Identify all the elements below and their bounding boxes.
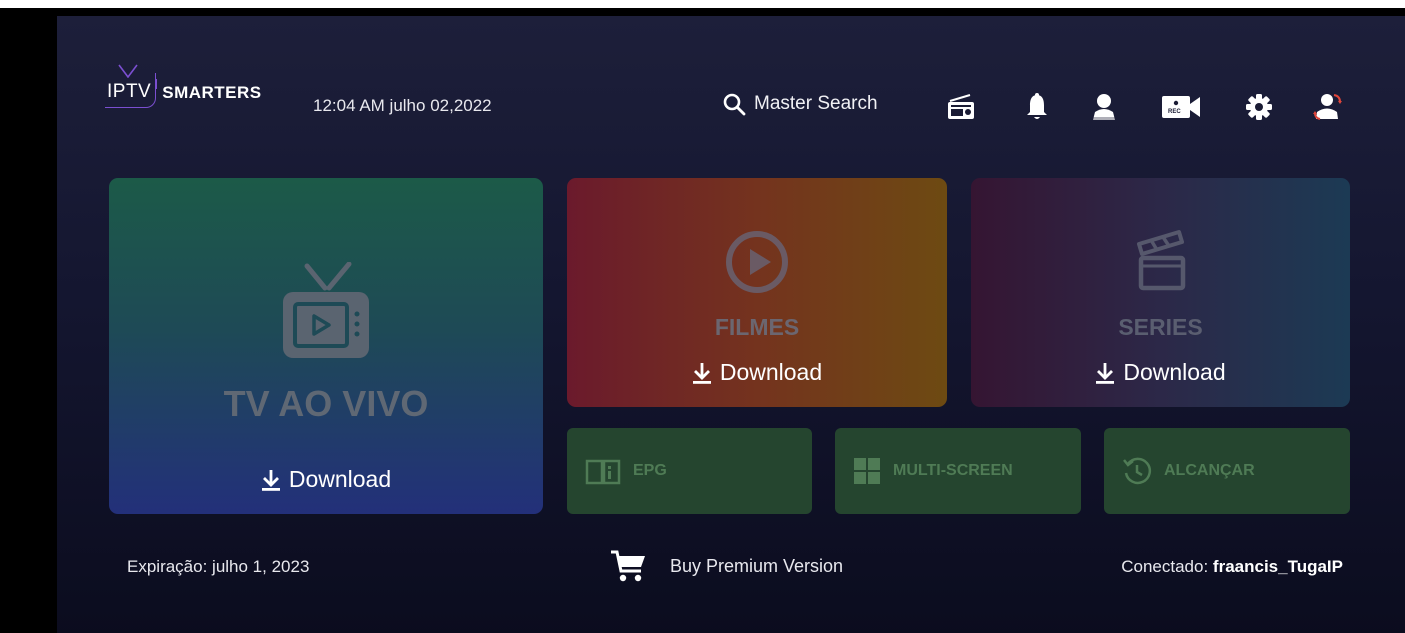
download-icon <box>261 469 280 491</box>
expiration-text: Expiração: julho 1, 2023 <box>127 557 310 576</box>
multi-screen-tile[interactable]: MULTI-SCREEN <box>835 428 1081 514</box>
catch-up-label: ALCANÇAR <box>1164 462 1255 479</box>
switch-user-button[interactable] <box>1311 90 1345 124</box>
radio-button[interactable] <box>944 90 978 124</box>
movies-tile[interactable]: FILMES Download <box>567 178 947 407</box>
clapper-icon-wrap <box>971 226 1350 292</box>
download-icon <box>1096 362 1115 384</box>
logo-brand: SMARTERS <box>162 83 262 102</box>
master-search-button[interactable]: Master Search <box>722 92 878 116</box>
book-info-icon <box>585 459 621 485</box>
date-time: 12:04 AM julho 02,2022 <box>313 96 492 115</box>
app-screen: IPTV SMARTERS 12:04 AM julho 02,2022 Mas… <box>57 16 1405 633</box>
live-tv-download-label: Download <box>288 466 392 492</box>
rec-camera-icon: REC <box>1162 96 1200 118</box>
bell-icon <box>1027 93 1047 119</box>
notifications-button[interactable] <box>1020 90 1054 124</box>
user-icon <box>1093 94 1115 120</box>
connection-status: Conectado: fraancis_TugaIP <box>1121 557 1343 577</box>
cart-icon <box>611 550 645 582</box>
recordings-button[interactable]: REC <box>1158 90 1204 124</box>
download-icon <box>692 362 711 384</box>
tv-icon-wrap <box>109 262 543 362</box>
buy-premium-button[interactable]: Buy Premium Version <box>610 549 843 583</box>
clapperboard-icon <box>1136 230 1185 291</box>
movies-download-label: Download <box>719 359 823 385</box>
buy-premium-label: Buy Premium Version <box>670 555 844 576</box>
epg-label: EPG <box>633 462 667 479</box>
live-tv-tile[interactable]: TV AO VIVO Download <box>109 178 543 514</box>
connected-user: fraancis_TugaIP <box>1212 557 1343 576</box>
logo-prefix: IPTV <box>105 73 157 108</box>
play-circle-icon <box>726 231 788 293</box>
switch-user-icon <box>1313 94 1342 120</box>
epg-tile[interactable]: EPG <box>567 428 812 514</box>
multi-screen-label: MULTI-SCREEN <box>893 462 1013 479</box>
account-button[interactable] <box>1087 90 1121 124</box>
master-search-label: Master Search <box>754 93 878 114</box>
tv-icon <box>283 262 369 358</box>
series-download-label: Download <box>1123 359 1226 385</box>
grid-icon <box>854 458 880 484</box>
movies-download-button[interactable]: Download <box>567 359 947 386</box>
play-icon-wrap <box>567 230 947 294</box>
radio-icon <box>948 94 974 119</box>
settings-button[interactable] <box>1242 90 1276 124</box>
connected-label: Conectado: <box>1121 557 1209 576</box>
search-icon <box>723 93 746 116</box>
gear-icon <box>1246 94 1272 120</box>
device-frame: IPTV SMARTERS 12:04 AM julho 02,2022 Mas… <box>0 8 1405 633</box>
live-tv-title: TV AO VIVO <box>223 383 429 424</box>
movies-title: FILMES <box>714 314 800 340</box>
series-tile[interactable]: SERIES Download <box>971 178 1350 407</box>
history-icon <box>1123 457 1152 485</box>
live-tv-download-button[interactable]: Download <box>109 466 543 493</box>
app-logo: IPTV SMARTERS <box>105 64 262 108</box>
svg-text:REC: REC <box>1168 109 1181 115</box>
series-title: SERIES <box>1118 314 1203 340</box>
series-download-button[interactable]: Download <box>971 359 1350 386</box>
catch-up-tile[interactable]: ALCANÇAR <box>1104 428 1350 514</box>
